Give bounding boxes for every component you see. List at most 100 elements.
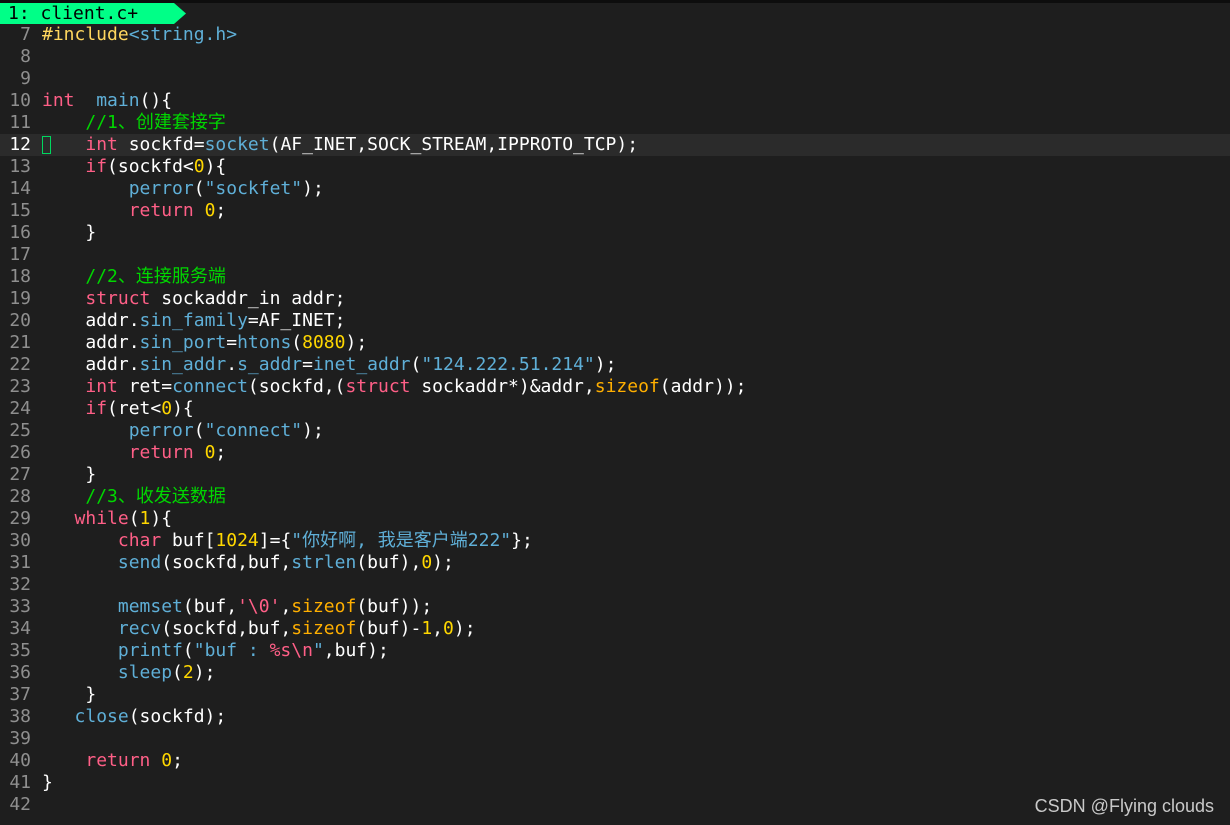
code-line[interactable]: 10 int main(){ — [0, 90, 1230, 112]
code-token: (buf)); — [356, 596, 433, 617]
code-line[interactable]: 17 — [0, 244, 1230, 266]
line-number: 22 — [9, 354, 31, 375]
code-token: ( — [193, 178, 205, 199]
code-line[interactable]: 30 char buf[1024]={"你好啊, 我是客户端222"}; — [0, 530, 1230, 552]
code-text: struct sockaddr_in addr; — [42, 288, 345, 310]
code-line[interactable]: 23 int ret=connect(sockfd,(struct sockad… — [0, 376, 1230, 398]
code-token: sockfd= — [117, 134, 205, 155]
line-number: 31 — [9, 552, 31, 573]
line-number: 21 — [9, 332, 31, 353]
code-token: main — [96, 90, 140, 111]
code-line[interactable]: 18 //2、连接服务端 — [0, 266, 1230, 288]
code-token: " — [312, 640, 324, 661]
code-token: ); — [432, 552, 454, 573]
code-line[interactable]: 19 struct sockaddr_in addr; — [0, 288, 1230, 310]
code-text: send(sockfd,buf,strlen(buf),0); — [42, 552, 454, 574]
code-line[interactable]: 40 return 0; — [0, 750, 1230, 772]
line-number: 7 — [20, 24, 31, 45]
code-text: return 0; — [42, 442, 227, 464]
line-number: 24 — [9, 398, 31, 419]
code-token: htons — [237, 332, 292, 353]
code-line[interactable]: 39 — [0, 728, 1230, 750]
line-number: 36 — [9, 662, 31, 683]
code-line[interactable]: 15 return 0; — [0, 200, 1230, 222]
code-editor[interactable]: 7 #include<string.h> 8 9 10 int main(){11 //1… — [0, 24, 1230, 816]
code-line[interactable]: 26 return 0; — [0, 442, 1230, 464]
code-line[interactable]: 8 — [0, 46, 1230, 68]
code-line[interactable]: 9 — [0, 68, 1230, 90]
code-token: strlen — [291, 552, 357, 573]
line-number: 19 — [9, 288, 31, 309]
code-text: char buf[1024]={"你好啊, 我是客户端222"}; — [42, 530, 533, 552]
code-line[interactable]: 32 — [0, 574, 1230, 596]
code-line[interactable]: 34 recv(sockfd,buf,sizeof(buf)-1,0); — [0, 618, 1230, 640]
code-line[interactable]: 7 #include<string.h> — [0, 24, 1230, 46]
code-token: ]={ — [258, 530, 292, 551]
code-line[interactable]: 11 //1、创建套接字 — [0, 112, 1230, 134]
code-line[interactable]: 14 perror("sockfet"); — [0, 178, 1230, 200]
code-text: if(sockfd<0){ — [42, 156, 226, 178]
code-line[interactable]: 12 int sockfd=socket(AF_INET,SOCK_STREAM… — [0, 134, 1230, 156]
code-text: sleep(2); — [42, 662, 216, 684]
code-token: ( — [172, 662, 183, 683]
code-text: //1、创建套接字 — [42, 112, 226, 134]
code-token: 0 — [161, 750, 173, 771]
code-line[interactable]: 36 sleep(2); — [0, 662, 1230, 684]
code-text: int ret=connect(sockfd,(struct sockaddr*… — [42, 376, 746, 398]
code-line[interactable]: 25 perror("connect"); — [0, 420, 1230, 442]
code-text: close(sockfd); — [42, 706, 227, 728]
code-line[interactable]: 38 close(sockfd); — [0, 706, 1230, 728]
code-token: char — [117, 530, 162, 551]
code-token: (buf, — [182, 596, 238, 617]
code-token: "connect" — [204, 420, 303, 441]
code-text: addr.sin_port=htons(8080); — [42, 332, 367, 354]
line-number: 20 — [9, 310, 31, 331]
code-text: int main(){ — [42, 90, 172, 112]
code-token: s_addr — [237, 354, 303, 375]
code-text: //2、连接服务端 — [42, 266, 226, 288]
code-token: (addr)); — [659, 376, 747, 397]
code-token: perror — [128, 420, 194, 441]
code-text: return 0; — [42, 750, 183, 772]
code-line[interactable]: 41} — [0, 772, 1230, 794]
code-line[interactable]: 35 printf("buf : %s\n",buf); — [0, 640, 1230, 662]
code-line[interactable]: 27 } — [0, 464, 1230, 486]
code-line[interactable]: 31 send(sockfd,buf,strlen(buf),0); — [0, 552, 1230, 574]
code-token: buf[ — [161, 530, 216, 551]
code-line[interactable]: 20 addr.sin_family=AF_INET; — [0, 310, 1230, 332]
code-token: } — [42, 684, 97, 705]
code-token: sizeof — [594, 376, 660, 397]
code-line[interactable]: 37 } — [0, 684, 1230, 706]
code-line[interactable]: 24 if(ret<0){ — [0, 398, 1230, 420]
code-token: close — [74, 706, 129, 727]
code-token: int — [85, 376, 118, 397]
code-token: ); — [345, 332, 368, 353]
code-token: (){ — [139, 90, 173, 111]
code-token: printf — [117, 640, 183, 661]
code-line[interactable]: 21 addr.sin_port=htons(8080); — [0, 332, 1230, 354]
code-text: } — [42, 464, 96, 486]
code-token: send — [117, 552, 162, 573]
code-token: "buf : — [193, 640, 270, 661]
code-line[interactable]: 29 while(1){ — [0, 508, 1230, 530]
code-token: //2、连接服务端 — [85, 266, 226, 287]
code-line[interactable]: 13 if(sockfd<0){ — [0, 156, 1230, 178]
code-token: ; — [215, 200, 227, 221]
code-line[interactable]: 33 memset(buf,'\0',sizeof(buf)); — [0, 596, 1230, 618]
tab-client-c[interactable]: 1: client.c+ — [0, 3, 186, 24]
code-line[interactable]: 22 addr.sin_addr.s_addr=inet_addr("124.2… — [0, 354, 1230, 376]
code-line[interactable]: 16 } — [0, 222, 1230, 244]
code-token: } — [42, 464, 97, 485]
line-number: 8 — [20, 46, 31, 67]
code-text: memset(buf,'\0',sizeof(buf)); — [42, 596, 432, 618]
line-number: 37 — [9, 684, 31, 705]
code-line[interactable]: 28 //3、收发送数据 — [0, 486, 1230, 508]
